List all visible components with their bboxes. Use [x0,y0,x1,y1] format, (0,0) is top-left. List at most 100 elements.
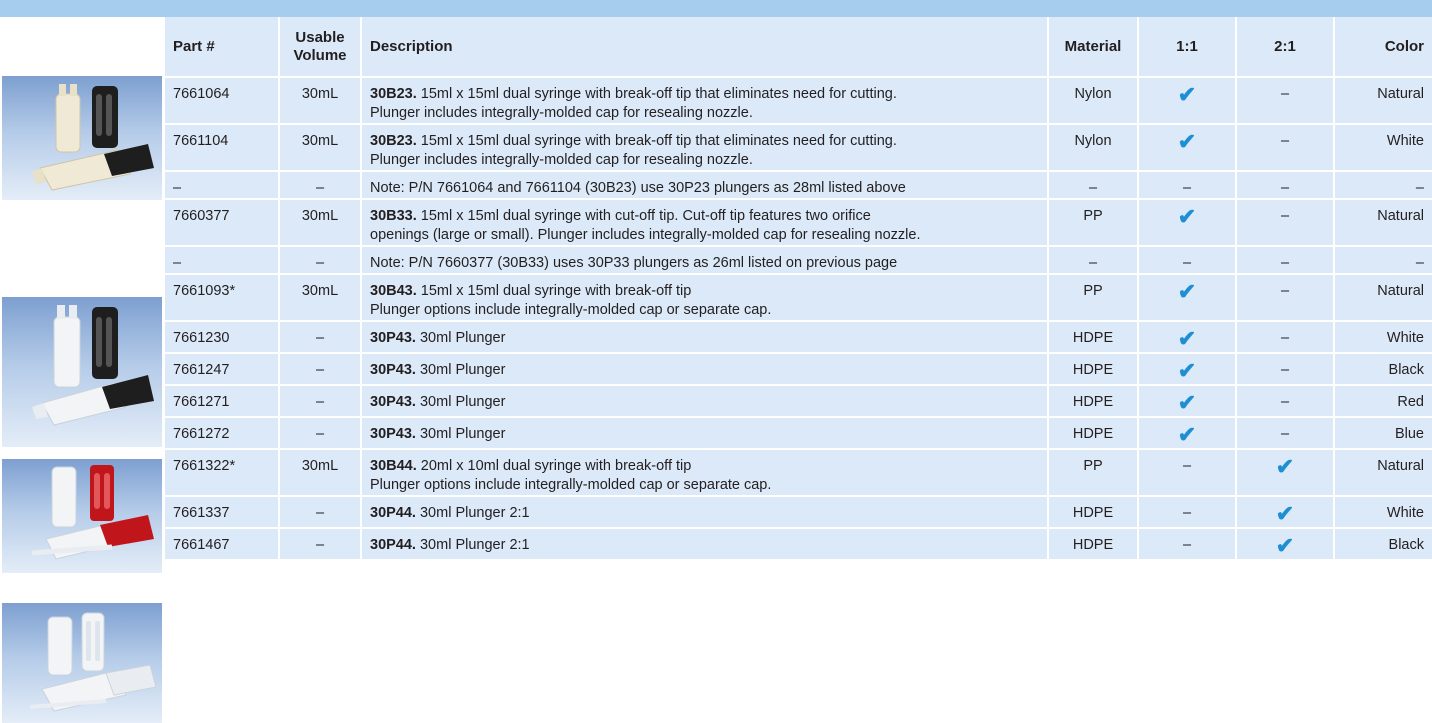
checkmark-icon: ✔ [1275,533,1295,558]
description-code: 30B44. [370,458,417,474]
cell-ratio-1-1: ✔ [1137,273,1236,321]
cell-usable-volume-text: – [315,426,325,442]
table-row: 7661337 – 30P44. 30ml Plunger 2:1 HDPE – ✔ Whi… [165,495,1432,528]
cell-material: HDPE [1047,352,1138,385]
cell-description: 30B23. 15ml x 15ml dual syringe with bre… [360,76,1048,124]
cell-usable-volume-text: 30mL [301,86,339,102]
description-line-1: 15ml x 15ml dual syringe with cut-off ti… [416,208,871,224]
cell-material-text: Nylon [1074,133,1112,149]
cell-usable-volume: – [278,416,361,449]
cell-ratio-2-1: – [1235,352,1334,385]
cell-color: Natural [1333,198,1432,246]
table-row: 7661230 – 30P43. 30ml Plunger HDPE ✔ – White [165,320,1432,353]
cell-ratio-2-1-text: – [1245,172,1325,198]
checkmark-icon: ✔ [1275,454,1295,479]
header-part: Part # [165,17,279,77]
cell-ratio-1-1: ✔ [1137,352,1236,385]
cell-part-number-text: 7661272 [173,426,230,442]
checkmark-icon: ✔ [1177,204,1197,229]
cell-ratio-2-1-text: – [1245,354,1325,380]
cell-color-text: Black [1388,362,1424,378]
cell-usable-volume: – [278,527,361,559]
cell-color: Natural [1333,273,1432,321]
cell-ratio-2-1-text: ✔ [1245,450,1325,480]
table-header-row: Part # Usable Volume Description Materia… [165,17,1432,77]
cell-material-text: – [1088,180,1098,196]
table-row: 7661093* 30mL 30B43. 15ml x 15ml dual syri… [165,273,1432,321]
cell-part-number: 7661272 [165,416,279,449]
cell-part-number: 7661337 [165,495,279,528]
dash-mark: – [1280,255,1290,271]
cell-ratio-2-1-text: – [1245,78,1325,104]
cell-ratio-2-1-text: – [1245,275,1325,301]
cell-description-text: 30P44. 30ml Plunger 2:1 [370,497,1039,523]
cell-ratio-1-1-text: ✔ [1147,125,1227,155]
dash-mark: – [1280,180,1290,196]
cell-color-text: White [1386,505,1424,521]
description-code: 30P43. [370,394,416,410]
cell-part-number: – [165,170,279,199]
description-line-1: 15ml x 15ml dual syringe with break-off … [416,283,692,299]
cell-usable-volume: 30mL [278,123,361,171]
cell-color: White [1333,123,1432,171]
product-photo-column [0,17,165,723]
cell-part-number-text: 7660377 [173,208,230,224]
cell-ratio-2-1: – [1235,170,1334,199]
description-code: 30B23. [370,133,417,149]
cell-description: 30P44. 30ml Plunger 2:1 [360,527,1048,559]
cell-color-text: Blue [1394,426,1424,442]
header-material: Material [1047,17,1138,77]
cell-description-text: 30P43. 30ml Plunger [370,322,1039,348]
cell-ratio-2-1: – [1235,273,1334,321]
cell-material-text: Nylon [1074,86,1112,102]
cell-ratio-1-1-text: ✔ [1147,354,1227,384]
cell-ratio-2-1-text: – [1245,247,1325,273]
cell-material: Nylon [1047,76,1138,124]
cell-color-text: White [1386,330,1424,346]
cell-part-number: 7661104 [165,123,279,171]
cell-part-number-text: 7661337 [173,505,230,521]
cell-part-number-text: – [173,180,182,196]
cell-ratio-1-1: ✔ [1137,123,1236,171]
cell-description: 30B44. 20ml x 10ml dual syringe with bre… [360,448,1048,496]
cell-usable-volume-text: 30mL [301,458,339,474]
cell-color: Black [1333,352,1432,385]
description-code: 30B43. [370,283,417,299]
cell-color-text: White [1386,133,1424,149]
description-code: 30B23. [370,86,417,102]
cell-usable-volume-text: – [315,362,325,378]
cell-ratio-1-1-text: – [1147,172,1227,198]
cell-ratio-1-1: ✔ [1137,320,1236,353]
cell-material-text: PP [1083,283,1103,299]
cell-description-text: 30P43. 30ml Plunger [370,354,1039,380]
description-line-1: 15ml x 15ml dual syringe with break-off … [416,86,897,102]
cell-color-text: Natural [1377,86,1424,102]
cell-color: White [1333,495,1432,528]
photo-30b23-syringes [2,76,162,200]
cell-description-text: 30B23. 15ml x 15ml dual syringe with bre… [370,125,1039,170]
cell-usable-volume-text: – [315,505,325,521]
cell-description-text: 30P44. 30ml Plunger 2:1 [370,529,1039,555]
cell-part-number: 7661064 [165,76,279,124]
cell-part-number-text: – [173,255,182,271]
cell-material-text: HDPE [1072,426,1114,442]
cell-material: HDPE [1047,416,1138,449]
cell-color: Blue [1333,416,1432,449]
description-line-2: Plunger options include integrally-molde… [370,302,772,318]
cell-color-text: – [1415,180,1424,196]
cell-usable-volume-text: – [315,394,325,410]
checkmark-icon: ✔ [1177,82,1197,107]
cell-material: HDPE [1047,527,1138,559]
description-line-2: Plunger includes integrally-molded cap f… [370,105,753,121]
cell-ratio-2-1-text: ✔ [1245,497,1325,527]
checkmark-icon: ✔ [1177,358,1197,383]
cell-usable-volume: – [278,245,361,274]
table-row: 7661064 30mL 30B23. 15ml x 15ml dual syrin… [165,76,1432,124]
cell-description-text: 30B43. 15ml x 15ml dual syringe with bre… [370,275,1039,320]
dash-mark: – [1280,86,1290,102]
dash-mark: – [1182,458,1192,474]
description-code: 30P44. [370,537,416,553]
top-color-bar [0,0,1432,17]
cell-ratio-2-1: ✔ [1235,495,1334,528]
cell-material-text: PP [1083,208,1103,224]
